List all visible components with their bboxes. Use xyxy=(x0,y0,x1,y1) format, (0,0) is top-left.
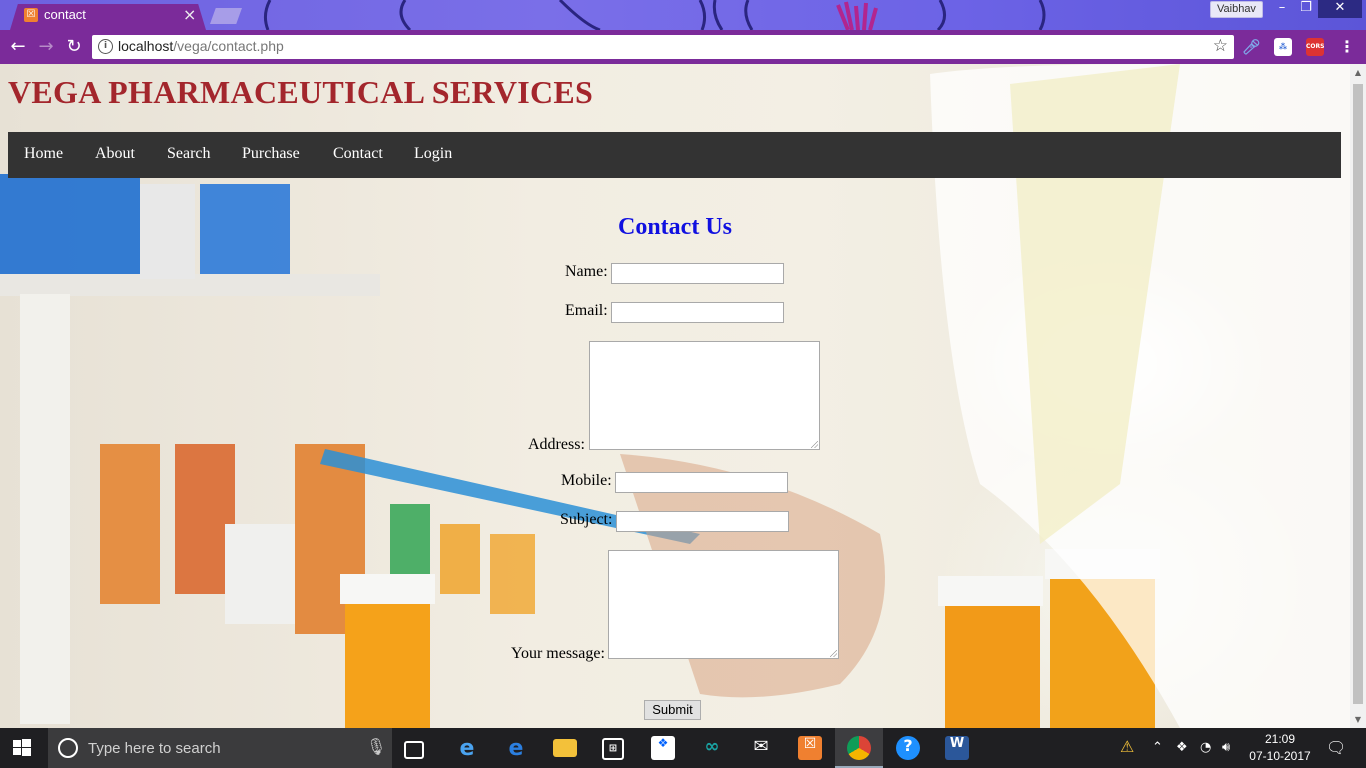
edge-icon[interactable]: e xyxy=(504,736,528,761)
name-label: Name: xyxy=(565,263,608,280)
close-icon[interactable]: × xyxy=(183,5,196,24)
windows-start-icon[interactable] xyxy=(12,738,32,758)
browser-tab[interactable] xyxy=(10,4,206,30)
nav-home[interactable]: Home xyxy=(24,145,63,163)
cortana-icon[interactable] xyxy=(58,738,78,758)
volume-icon[interactable]: 🔊︎ xyxy=(1222,740,1230,755)
notifications-icon[interactable]: 🗨︎ xyxy=(1326,738,1346,757)
nav-login[interactable]: Login xyxy=(414,145,452,163)
task-view-icon[interactable] xyxy=(404,741,424,759)
internet-explorer-icon[interactable]: e xyxy=(455,736,479,761)
page-scrollbar[interactable]: ▲ ▼ xyxy=(1350,64,1366,728)
message-label: Your message: xyxy=(511,645,605,662)
clock-time[interactable]: 21:09 xyxy=(1250,732,1310,746)
scroll-down-icon[interactable]: ▼ xyxy=(1353,715,1363,724)
file-explorer-icon[interactable] xyxy=(553,739,577,757)
reload-icon[interactable]: ↻ xyxy=(62,36,86,58)
dropbox-tray-icon[interactable]: ❖ xyxy=(1176,740,1188,755)
chrome-icon[interactable] xyxy=(847,736,871,760)
site-title: VEGA PHARMACEUTICAL SERVICES xyxy=(8,74,594,110)
nav-search[interactable]: Search xyxy=(167,145,211,163)
tab-title: contact xyxy=(44,7,86,22)
address-textarea[interactable] xyxy=(589,341,820,450)
chrome-menu-icon[interactable]: ⋮ xyxy=(1338,38,1356,56)
mobile-field[interactable] xyxy=(615,472,788,493)
page-viewport: VEGA PHARMACEUTICAL SERVICES Home About … xyxy=(0,64,1350,728)
nav-about[interactable]: About xyxy=(95,145,135,163)
xampp-icon: ☒ xyxy=(24,8,38,22)
email-field[interactable] xyxy=(611,302,784,323)
taskbar-search-box[interactable]: Type here to search 🎙︎ xyxy=(48,728,392,768)
address-label: Address: xyxy=(528,436,585,453)
address-bar[interactable]: i localhost/vega/contact.php ☆ xyxy=(92,35,1234,59)
restore-icon[interactable]: ❐ xyxy=(1292,0,1320,18)
browser-titlebar: ☒ contact × Vaibhav – ❐ ✕ xyxy=(0,0,1366,30)
windows-taskbar: Type here to search 🎙︎ e e ⊞ ❖ ∞ ✉ ☒ ? W… xyxy=(0,728,1366,768)
main-nav: Home About Search Purchase Contact Login xyxy=(8,132,1341,178)
scroll-up-icon[interactable]: ▲ xyxy=(1353,68,1363,77)
arduino-icon[interactable]: ∞ xyxy=(700,736,724,760)
name-field[interactable] xyxy=(611,263,784,284)
forward-arrow-icon[interactable]: → xyxy=(34,36,58,58)
word-icon[interactable]: W xyxy=(945,736,969,760)
help-icon[interactable]: ? xyxy=(896,736,920,760)
nav-purchase[interactable]: Purchase xyxy=(242,145,300,163)
subject-label: Subject: xyxy=(560,511,613,528)
email-label: Email: xyxy=(565,302,608,319)
window-close-icon[interactable]: ✕ xyxy=(1318,0,1362,18)
xampp-icon[interactable]: ☒ xyxy=(798,736,822,760)
url-text[interactable]: localhost/vega/contact.php xyxy=(118,38,284,54)
clock-date[interactable]: 07-10-2017 xyxy=(1248,749,1312,763)
bookmark-star-icon[interactable]: ☆ xyxy=(1213,36,1228,56)
cors-extension-icon[interactable]: CORS xyxy=(1306,38,1324,56)
subject-field[interactable] xyxy=(616,511,789,532)
mobile-label: Mobile: xyxy=(561,472,612,489)
store-icon[interactable]: ⊞ xyxy=(602,738,624,760)
browser-toolbar: ← → ↻ i localhost/vega/contact.php ☆ 🎤︎ … xyxy=(0,30,1366,64)
submit-button[interactable]: Submit xyxy=(644,700,701,720)
dropbox-icon[interactable]: ❖ xyxy=(651,736,675,760)
chevron-up-icon[interactable]: ⌃ xyxy=(1152,740,1163,755)
wifi-icon[interactable]: ◔ xyxy=(1200,740,1211,755)
message-textarea[interactable] xyxy=(608,550,839,659)
microphone-icon[interactable]: 🎙︎ xyxy=(366,737,386,756)
microphone-icon[interactable]: 🎤︎ xyxy=(1242,38,1261,56)
warning-icon[interactable]: ⚠ xyxy=(1120,737,1134,756)
nav-contact[interactable]: Contact xyxy=(333,145,383,163)
scroll-thumb[interactable] xyxy=(1353,84,1363,704)
taskbar-search-placeholder[interactable]: Type here to search xyxy=(88,740,221,757)
back-arrow-icon[interactable]: ← xyxy=(6,36,30,58)
theme-decoration xyxy=(263,0,1046,30)
profile-button[interactable]: Vaibhav xyxy=(1210,1,1263,18)
info-icon[interactable]: i xyxy=(98,39,113,54)
extension-icon[interactable]: ⁂ xyxy=(1274,38,1292,56)
mail-icon[interactable]: ✉ xyxy=(749,736,773,760)
contact-heading: Contact Us xyxy=(618,214,732,240)
